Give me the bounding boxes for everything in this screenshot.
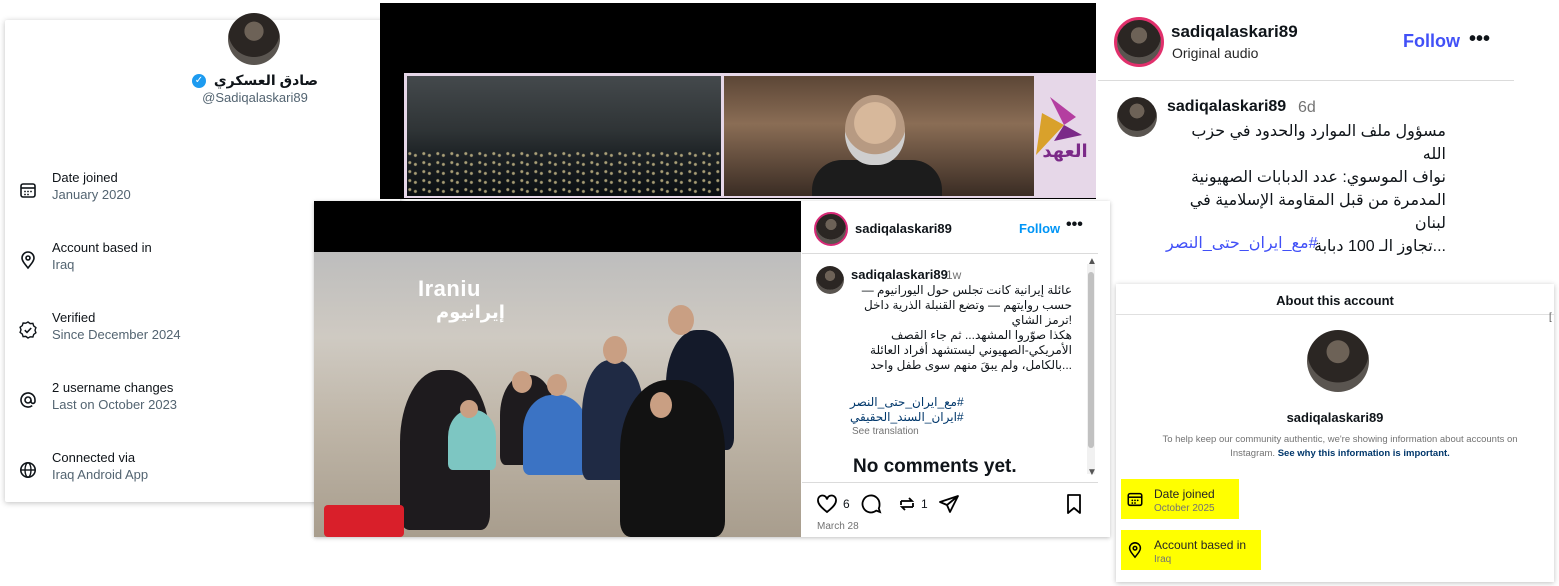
about-row-label: Date joined (1154, 487, 1215, 501)
see-translation-link[interactable]: See translation (852, 426, 919, 437)
post-follow-button[interactable]: Follow (1019, 221, 1060, 236)
comment-timestamp: 1w (946, 268, 962, 282)
globe-icon (20, 462, 36, 478)
x-row-label: Connected via (52, 450, 136, 465)
post-more-options-icon[interactable]: ••• (1066, 216, 1083, 234)
caption-line: المدمرة من قبل المقاومة الإسلامية في لبن… (1189, 192, 1446, 232)
divider (802, 482, 1098, 483)
person-head (460, 400, 478, 418)
verified-badge-icon: ✓ (191, 74, 206, 89)
comment-hashtags: #مع_ايران_حتى_النصر #ايران_السند_الحقيقي (850, 395, 1010, 425)
x-row-value: Since December 2024 (52, 327, 181, 342)
x-row-value: Iraq (52, 257, 75, 272)
about-row-value: October 2025 (1154, 503, 1215, 514)
x-row-label: Verified (52, 310, 96, 325)
x-row-label: 2 username changes (52, 380, 174, 395)
divider (802, 253, 1098, 254)
person-figure (523, 395, 588, 475)
about-row-label: Account based in (1154, 538, 1247, 552)
reel-author-avatar[interactable] (1114, 17, 1164, 67)
reel-audio-label[interactable]: Original audio (1172, 45, 1258, 61)
comment-line: هكذا صوّروا المشهد... ثم جاء القصف (891, 328, 1072, 342)
x-profile-avatar[interactable] (228, 13, 280, 65)
caption-author-username[interactable]: sadiqalaskari89 (1167, 98, 1286, 116)
divider (1098, 80, 1514, 81)
post-author-username[interactable]: sadiqalaskari89 (855, 221, 952, 236)
x-row-value: Last on October 2023 (52, 397, 178, 412)
guest-head (845, 95, 905, 165)
caption-hashtag-link[interactable]: #مع_ايران_حتى_النصر (1166, 233, 1326, 253)
caption-line: مسؤول ملف الموارد والحدود في حزب الله (1191, 123, 1446, 163)
channel-logo-text: العهد (1042, 141, 1088, 161)
watermark-english: Iraniu (418, 276, 481, 301)
about-info-link[interactable]: See why this information is important. (1278, 448, 1450, 459)
no-comments-message: No comments yet. (853, 456, 1017, 477)
about-row-date-joined: Date joined October 2025 (1121, 479, 1239, 519)
comment-icon[interactable] (860, 493, 882, 515)
watermark-arabic: إيرانيوم (436, 302, 505, 322)
comment-line: !ترمز الشاي (1011, 313, 1072, 327)
caption-line: نواف الموسوي: عدد الدبابات الصهيونية (1190, 169, 1446, 186)
comment-line: ...بالكامل، ولم يبقَ منهم سوى طفل واحد (870, 358, 1072, 372)
heart-icon[interactable] (816, 493, 838, 515)
person-head (603, 336, 627, 364)
calendar-icon (1127, 492, 1143, 507)
reel-follow-button[interactable]: Follow (1403, 31, 1460, 52)
reposts-count: 1 (921, 497, 928, 511)
save-bookmark-icon[interactable] (1064, 493, 1084, 515)
likes-count: 6 (843, 497, 850, 511)
comment-author-avatar[interactable] (816, 266, 844, 294)
reel-author-username[interactable]: sadiqalaskari89 (1171, 22, 1298, 42)
scroll-down-arrow-icon[interactable]: ▼ (1087, 467, 1097, 478)
caption-timestamp: 6d (1298, 99, 1316, 116)
about-account-avatar (1307, 330, 1369, 392)
x-handle: @Sadiqalaskari89 (202, 90, 308, 105)
about-info-text: To help keep our community authentic, we… (1140, 433, 1540, 461)
about-account-username: sadiqalaskari89 (1286, 410, 1384, 425)
person-head (512, 371, 532, 393)
city-lights (407, 150, 721, 196)
person-figure (448, 410, 496, 470)
comment-author-username[interactable]: sadiqalaskari89 (851, 267, 948, 282)
verified-check-icon (19, 321, 37, 339)
comment-text: عائلة إيرانية كانت تجلس حول اليورانيوم —… (848, 283, 1072, 373)
scrollbar-thumb[interactable] (1088, 272, 1094, 448)
person-figure (620, 380, 725, 537)
person-head (547, 374, 567, 396)
about-row-value: Iraq (1154, 554, 1172, 565)
about-panel-title: About this account (1276, 293, 1394, 308)
post-date: March 28 (817, 521, 859, 532)
location-pin-icon (1128, 542, 1142, 559)
guest-body (812, 160, 942, 196)
location-pin-icon (21, 251, 35, 270)
person-head (650, 392, 672, 418)
person-head (668, 305, 694, 335)
picnic-basket (324, 505, 404, 537)
calendar-icon (20, 183, 36, 198)
share-icon[interactable] (938, 493, 960, 515)
about-row-account-based-in: Account based in Iraq (1121, 530, 1261, 570)
comment-line: عائلة إيرانية كانت تجلس حول اليورانيوم — (861, 283, 1072, 297)
at-sign-icon (20, 392, 36, 408)
post-author-avatar[interactable] (814, 212, 848, 246)
x-display-name: صادق العسكري ✓ (160, 72, 350, 89)
comment-line: حسب روايتهم — وتضع القنبلة الذرية داخل (864, 298, 1072, 312)
hashtag-link[interactable]: #ايران_السند_الحقيقي (850, 410, 1010, 425)
x-display-name-text: صادق العسكري (213, 72, 319, 88)
comment-line: الأمريكي-الصهيوني ليستشهد أفراد العائلة (870, 343, 1072, 357)
x-row-label: Account based in (52, 240, 152, 255)
divider (1116, 314, 1554, 315)
x-row-value: January 2020 (52, 187, 131, 202)
hashtag-link[interactable]: #مع_ايران_حتى_النصر (850, 395, 1010, 410)
x-row-value: Iraq Android App (52, 467, 149, 482)
reel-more-options-icon[interactable]: ••• (1469, 28, 1490, 51)
x-row-label: Date joined (52, 170, 118, 185)
repost-icon[interactable] (896, 493, 918, 515)
resize-handle-icon: [ (1549, 312, 1552, 323)
scroll-up-arrow-icon[interactable]: ▲ (1087, 256, 1097, 267)
caption-author-avatar[interactable] (1117, 97, 1157, 137)
